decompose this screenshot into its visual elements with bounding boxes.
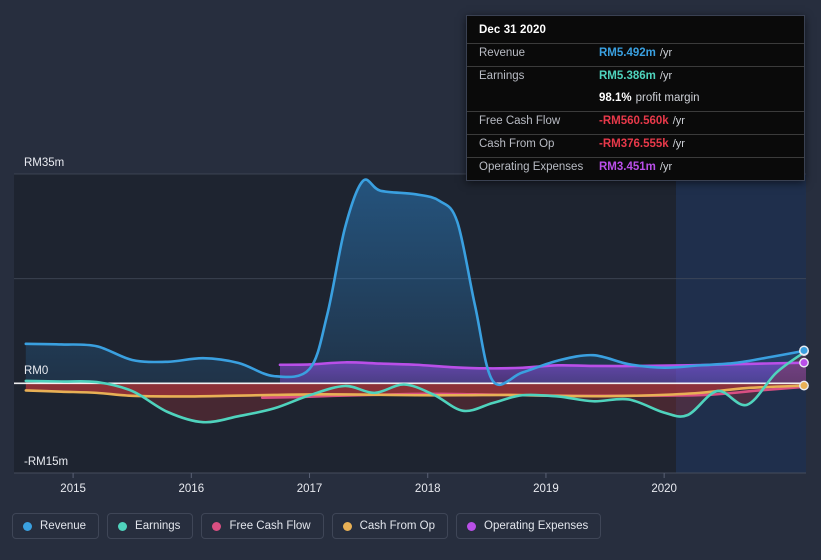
legend-label: Earnings — [135, 520, 181, 532]
tooltip-row-label: Revenue — [479, 47, 526, 59]
legend-color-dot — [342, 521, 352, 531]
legend-color-dot — [467, 521, 477, 531]
tooltip-row: Revenue RM5.492m/yr — [467, 43, 804, 66]
legend-color-dot — [118, 521, 128, 531]
legend-item-earnings[interactable]: Earnings — [107, 513, 194, 539]
legend-color-dot — [23, 521, 32, 531]
legend-item-operating-expenses[interactable]: Operating Expenses — [456, 513, 602, 539]
tooltip-row-label: Free Cash Flow — [479, 115, 561, 127]
x-axis-tick-label: 2018 — [415, 483, 441, 495]
tooltip-row: Operating Expenses RM3.451m/yr — [467, 157, 804, 180]
tooltip-row: Free Cash Flow -RM560.560k/yr — [467, 111, 804, 134]
tooltip-row-value: -RM560.560k — [599, 115, 669, 127]
y-axis-tick-label: -RM15m — [24, 456, 68, 468]
legend-label: Operating Expenses — [484, 520, 589, 532]
tooltip-row-value: 98.1% — [599, 92, 632, 104]
tooltip-rows: Revenue RM5.492m/yr Earnings RM5.386m/yr 98.… — [467, 43, 804, 180]
tooltip-row-value: -RM376.555k — [599, 138, 669, 150]
x-axis-tick-label: 2015 — [60, 483, 86, 495]
endpoint-marker-cash-from-op — [799, 380, 809, 391]
tooltip-row-label: Operating Expenses — [479, 161, 584, 173]
y-axis-tick-label: RM35m — [24, 157, 64, 169]
tooltip-row-unit: /yr — [672, 138, 685, 150]
legend-label: Revenue — [40, 520, 87, 532]
tooltip-row-value: RM5.492m — [599, 47, 656, 59]
tooltip-row: Cash From Op -RM376.555k/yr — [467, 134, 804, 157]
tooltip-row-value-wrap: RM5.492m/yr — [599, 47, 672, 59]
data-tooltip: Dec 31 2020 Revenue RM5.492m/yr Earnings RM… — [466, 15, 805, 181]
legend-item-cash-from-op[interactable]: Cash From Op — [331, 513, 449, 539]
legend-item-revenue[interactable]: Revenue — [12, 513, 100, 539]
forecast-band — [675, 174, 806, 473]
tooltip-row-unit: /yr — [659, 161, 673, 173]
tooltip-row-value: RM5.386m — [599, 70, 656, 82]
tooltip-row-unit: /yr — [672, 115, 685, 127]
legend-color-dot — [212, 521, 222, 531]
endpoint-marker-operating-expenses — [799, 357, 809, 368]
x-axis-tick-label: 2017 — [297, 483, 323, 495]
tooltip-row-value: RM3.451m — [599, 161, 656, 173]
legend-item-free-cash-flow[interactable]: Free Cash Flow — [201, 513, 324, 539]
tooltip-row-label: Earnings — [479, 70, 525, 82]
tooltip-date: Dec 31 2020 — [479, 24, 546, 36]
legend-label: Cash From Op — [359, 520, 436, 532]
y-axis-tick-label: RM0 — [24, 365, 48, 377]
tooltip-row-unit: /yr — [659, 47, 673, 59]
endpoint-marker-revenue — [799, 345, 809, 356]
tooltip-row-label: Cash From Op — [479, 138, 555, 150]
tooltip-row-value-wrap: -RM376.555k/yr — [599, 138, 685, 150]
tooltip-row-unit: profit margin — [635, 92, 700, 104]
tooltip-row-value-wrap: 98.1% profit margin — [599, 92, 700, 104]
legend-label: Free Cash Flow — [229, 520, 311, 532]
tooltip-row-unit: /yr — [659, 70, 673, 82]
tooltip-row-value-wrap: RM3.451m/yr — [599, 161, 672, 173]
chart-legend: Revenue Earnings Free Cash Flow Cash From O… — [12, 513, 602, 539]
tooltip-row: 98.1% profit margin — [467, 89, 804, 111]
tooltip-row: Earnings RM5.386m/yr — [467, 66, 804, 89]
x-axis-tick-label: 2020 — [651, 483, 677, 495]
x-axis-tick-label: 2019 — [533, 483, 559, 495]
tooltip-row-value-wrap: RM5.386m/yr — [599, 70, 672, 82]
tooltip-row-value-wrap: -RM560.560k/yr — [599, 115, 685, 127]
x-axis-tick-label: 2016 — [179, 483, 205, 495]
